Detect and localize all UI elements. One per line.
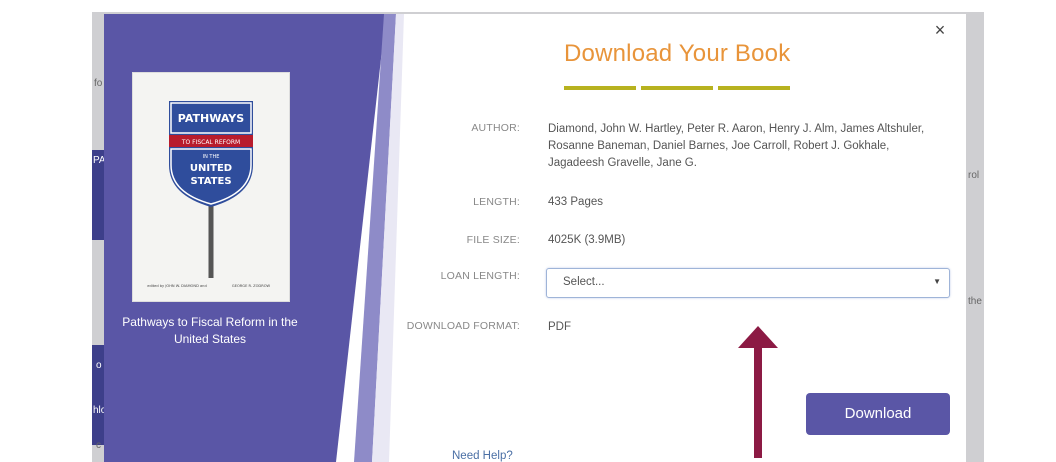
- background-text: fo: [94, 78, 103, 89]
- modal-title: Download Your Book: [564, 40, 791, 67]
- download-modal: PATHWAYS TO FISCAL REFORM IN THE UNITED …: [104, 14, 966, 462]
- download-button[interactable]: Download: [806, 393, 950, 435]
- file-size-label: FILE SIZE:: [466, 234, 520, 246]
- author-value: Diamond, John W. Hartley, Peter R. Aaron…: [548, 121, 924, 172]
- cover-sign-small: IN THE: [203, 154, 220, 160]
- annotation-arrow-up-icon: [738, 326, 778, 458]
- background-text: rol: [968, 170, 980, 181]
- loan-length-select[interactable]: Select... ▼: [546, 268, 950, 298]
- chevron-down-icon: ▼: [933, 277, 941, 286]
- loan-length-label: LOAN LENGTH:: [440, 270, 520, 282]
- background-text: c: [96, 440, 101, 451]
- cover-sign-band: TO FISCAL REFORM: [181, 139, 240, 146]
- cover-editor-left: edited by JOHN W. DIAMOND and: [147, 284, 207, 288]
- length-label: LENGTH:: [473, 196, 520, 208]
- screen: fo PA o hlo c rol the PATHWAYS TO FISCAL…: [0, 0, 1056, 462]
- book-title-caption: Pathways to Fiscal Reform in the United …: [122, 315, 298, 346]
- cover-sign-line2: STATES: [190, 176, 231, 187]
- download-format-label: DOWNLOAD FORMAT:: [406, 320, 520, 332]
- author-label: AUTHOR:: [471, 122, 520, 134]
- close-button[interactable]: ×: [930, 20, 950, 40]
- title-underline-segment: [641, 86, 713, 90]
- author-line: Rosanne Baneman, Daniel Barnes, Joe Carr…: [548, 140, 890, 152]
- background-text: o: [96, 360, 102, 371]
- title-underline-segment: [718, 86, 790, 90]
- book-cover: PATHWAYS TO FISCAL REFORM IN THE UNITED …: [132, 72, 290, 302]
- author-line: Jagadeesh Gravelle, Jane G.: [548, 157, 697, 169]
- cover-sign-top: PATHWAYS: [178, 112, 244, 125]
- cover-sign-line1: UNITED: [190, 163, 232, 174]
- download-format-value: PDF: [548, 321, 571, 333]
- need-help-link[interactable]: Need Help?: [452, 450, 513, 462]
- cover-editor-right: GEORGE R. ZODROW: [232, 284, 271, 288]
- background-text: the: [968, 296, 982, 307]
- file-size-value: 4025K (3.9MB): [548, 234, 626, 246]
- highway-sign-illustration: PATHWAYS TO FISCAL REFORM IN THE UNITED …: [133, 73, 289, 301]
- title-underline-segment: [564, 86, 636, 90]
- loan-length-placeholder: Select...: [563, 276, 605, 288]
- book-panel: PATHWAYS TO FISCAL REFORM IN THE UNITED …: [104, 14, 404, 462]
- length-value: 433 Pages: [548, 196, 603, 208]
- author-line: Diamond, John W. Hartley, Peter R. Aaron…: [548, 123, 925, 135]
